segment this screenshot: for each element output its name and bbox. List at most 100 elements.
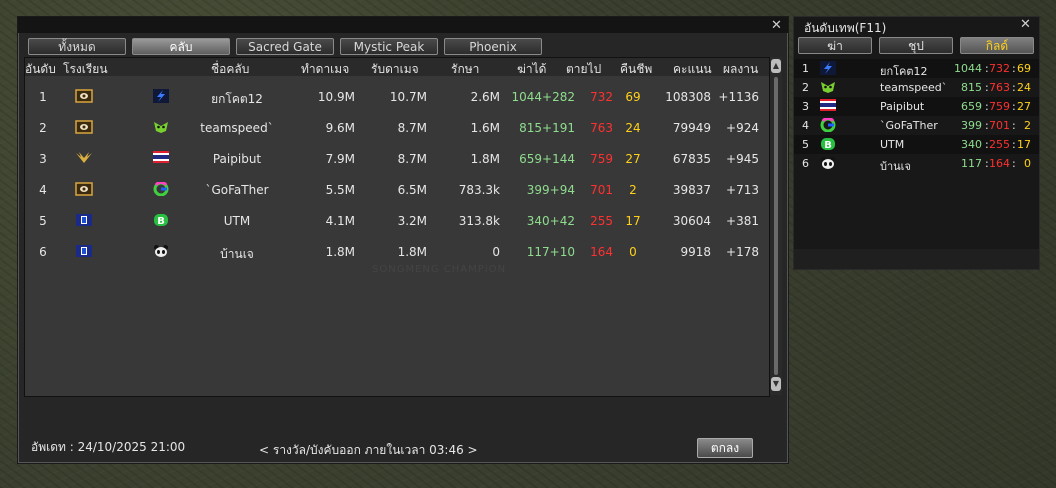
side-table-row[interactable]: 3 Paipibut 659:759:27 <box>794 97 1039 116</box>
heal-cell: 313.8k <box>458 214 500 228</box>
col-kills: ฆ่าได้ <box>517 62 547 76</box>
school-crest-icon <box>75 182 93 199</box>
side-rank-cell: 1 <box>802 62 809 75</box>
rank-cell: 3 <box>39 152 47 166</box>
close-icon[interactable]: ✕ <box>771 19 782 32</box>
side-revives-cell: 27 <box>1017 100 1031 113</box>
club-name-cell: ยกโคต12 <box>211 92 263 106</box>
side-table-row[interactable]: 4 `GoFaTher 399:701:2 <box>794 116 1039 135</box>
g-logo-icon <box>820 116 836 135</box>
god-ranking-panel: อันดับเทพ(F11) ✕ ฆ่า ชุป กิลด์ 1 ยกโคต12 1… <box>793 16 1040 270</box>
side-name-cell: teamspeed` <box>880 81 948 94</box>
panel-footer <box>794 249 1039 269</box>
deaths-cell: 255 <box>590 214 613 228</box>
side-rank-cell: 6 <box>802 157 809 170</box>
green-b-emblem-icon: B <box>153 213 169 230</box>
tab-phoenix[interactable]: Phoenix <box>444 38 542 55</box>
close-icon[interactable]: ✕ <box>1020 18 1031 31</box>
scroll-track[interactable] <box>774 77 778 375</box>
score-cell: 39837 <box>672 183 711 197</box>
club-name-cell: teamspeed` <box>200 121 274 135</box>
side-kills-cell: 1044 <box>954 62 982 75</box>
damage-taken-cell: 8.7M <box>397 121 427 135</box>
school-crest-icon <box>75 89 93 106</box>
side-deaths-cell: 701 <box>989 119 1010 132</box>
merit-cell: +945 <box>726 152 759 166</box>
damage-taken-cell: 1.8M <box>397 245 427 259</box>
ok-button[interactable]: ตกลง <box>697 438 753 458</box>
damage-taken-cell: 10.7M <box>389 90 427 104</box>
scroll-up-icon[interactable]: ▲ <box>771 59 781 73</box>
heal-cell: 0 <box>492 245 500 259</box>
score-cell: 108308 <box>665 90 711 104</box>
side-kills-cell: 659 <box>961 100 982 113</box>
tab-sacred-gate[interactable]: Sacred Gate <box>236 38 334 55</box>
score-cell: 67835 <box>672 152 711 166</box>
damage-dealt-cell: 7.9M <box>325 152 355 166</box>
merit-cell: +924 <box>726 121 759 135</box>
revives-cell: 27 <box>625 152 641 166</box>
heal-cell: 2.6M <box>470 90 500 104</box>
side-kills-cell: 815 <box>961 81 982 94</box>
blue-shield-icon <box>75 213 93 230</box>
col-merit: ผลงาน <box>723 62 759 76</box>
watermark-text: SONGMENG CHAMPION <box>372 264 507 275</box>
blue-shield-icon <box>75 244 93 261</box>
side-kills-cell: 399 <box>961 119 982 132</box>
heal-cell: 1.6M <box>470 121 500 135</box>
panel-title: อันดับเทพ(F11) <box>804 21 887 35</box>
side-table-row[interactable]: 2 teamspeed` 815:763:24 <box>794 78 1039 97</box>
side-rank-cell: 4 <box>802 119 809 132</box>
merit-cell: +381 <box>726 214 759 228</box>
damage-taken-cell: 6.5M <box>397 183 427 197</box>
tab-kills[interactable]: ฆ่า <box>798 37 872 54</box>
side-name-cell: บ้านเจ <box>880 160 911 173</box>
damage-dealt-cell: 10.9M <box>317 90 355 104</box>
club-ranking-window: ✕ ทั้งหมด คลับ Sacred Gate Mystic Peak P… <box>17 16 789 464</box>
ranking-table: อันดับ โรงเรียน ชื่อคลับ ทำดาเมจ รับดาเม… <box>24 57 770 397</box>
kills-cell: 117+10 <box>526 245 575 259</box>
green-b-emblem-icon: B <box>820 137 836 154</box>
side-name-cell: `GoFaTher <box>880 119 938 132</box>
damage-taken-cell: 8.7M <box>397 152 427 166</box>
tab-club[interactable]: คลับ <box>132 38 230 55</box>
kills-cell: 815+191 <box>519 121 575 135</box>
table-row[interactable]: 4 `GoFaTher 5.5M 6.5M 783.3k 399+94 701 2 39837 +… <box>25 175 769 206</box>
side-table-row[interactable]: 1 ยกโคต12 1044:732:69 <box>794 59 1039 78</box>
lightning-emblem-icon <box>153 89 169 106</box>
merit-cell: +713 <box>726 183 759 197</box>
damage-dealt-cell: 4.1M <box>325 214 355 228</box>
scroll-down-icon[interactable]: ▼ <box>771 377 781 391</box>
side-revives-cell: 17 <box>1017 138 1031 151</box>
kills-cell: 399+94 <box>526 183 575 197</box>
side-deaths-cell: 255 <box>989 138 1010 151</box>
tab-mystic-peak[interactable]: Mystic Peak <box>340 38 438 55</box>
damage-taken-cell: 3.2M <box>397 214 427 228</box>
kills-cell: 340+42 <box>526 214 575 228</box>
green-mask-emblem-icon <box>820 80 836 97</box>
side-revives-cell: 24 <box>1017 81 1031 94</box>
side-revives-cell: 2 <box>1024 119 1031 132</box>
rank-cell: 1 <box>39 90 47 104</box>
kills-cell: 1044+282 <box>511 90 576 104</box>
tab-all[interactable]: ทั้งหมด <box>28 38 126 55</box>
table-row[interactable]: 3 Paipibut 7.9M 8.7M 1.8M 659+144 759 27 67835 +9… <box>25 144 769 175</box>
svg-text:B: B <box>824 140 832 151</box>
tab-guild[interactable]: กิลด์ <box>960 37 1034 54</box>
table-scrollbar[interactable]: ▲ ▼ <box>770 57 782 395</box>
side-rank-cell: 5 <box>802 138 809 151</box>
lightning-emblem-icon <box>820 61 836 78</box>
side-kills-cell: 340 <box>961 138 982 151</box>
window-title-bar[interactable] <box>18 17 788 33</box>
tab-revive[interactable]: ชุป <box>879 37 953 54</box>
table-row[interactable]: 1 ยกโคต12 10.9M 10.7M 2.6M 1044+282 732 69 10830… <box>25 82 769 113</box>
table-row[interactable]: B 5 UTM 4.1M 3.2M 313.8k 340+42 255 17 30604 +381 <box>25 206 769 237</box>
side-table-row[interactable]: 5 B UTM 340:255:17 <box>794 135 1039 154</box>
svg-text:B: B <box>157 216 165 227</box>
side-revives-cell: 69 <box>1017 62 1031 75</box>
club-name-cell: บ้านเจ <box>220 247 254 261</box>
table-row[interactable]: 2 teamspeed` 9.6M 8.7M 1.6M 815+191 763 24 79949… <box>25 113 769 144</box>
revives-cell: 2 <box>629 183 637 197</box>
rank-cell: 5 <box>39 214 47 228</box>
side-table-row[interactable]: 6 บ้านเจ 117:164:0 <box>794 154 1039 173</box>
